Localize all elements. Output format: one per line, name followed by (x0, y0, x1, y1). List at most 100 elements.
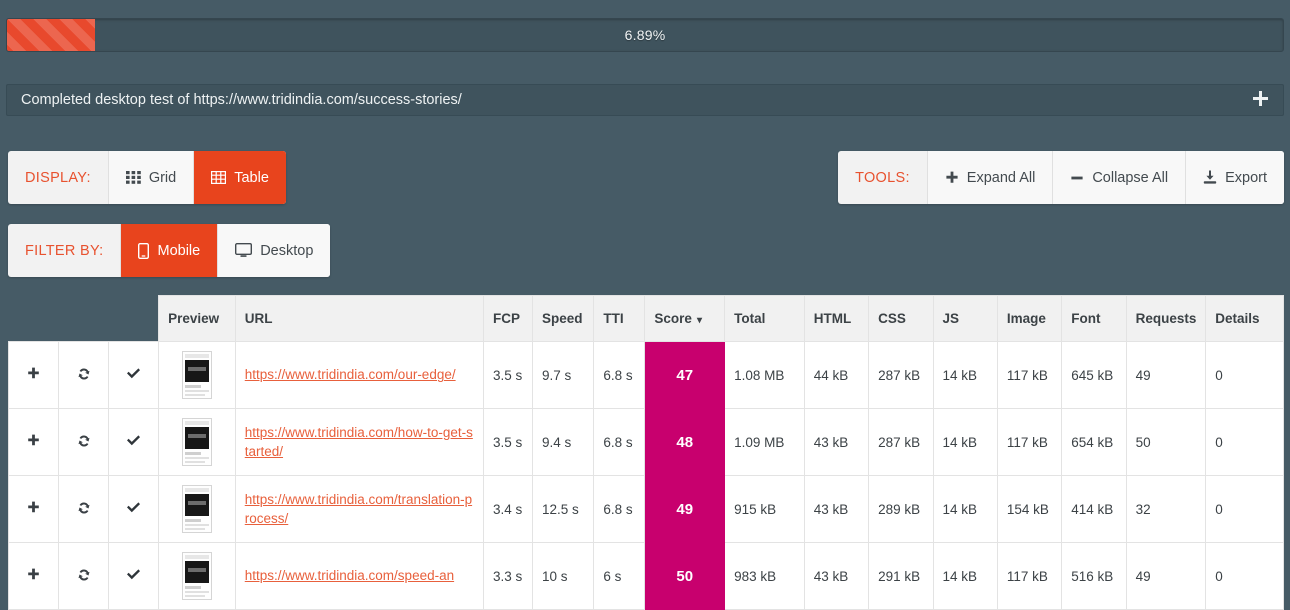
tools-group-label: TOOLS: (838, 151, 928, 204)
row-expand-button[interactable] (7, 475, 60, 543)
column-header-total[interactable]: Total (724, 295, 805, 342)
url-link[interactable]: https://www.tridindia.com/translation-pr… (245, 492, 472, 526)
progress-percent-label: 6.89% (624, 27, 666, 43)
column-header-requests[interactable]: Requests (1125, 295, 1207, 342)
tti-cell: 6.8 s (593, 341, 646, 409)
plus-icon (27, 434, 40, 447)
url-cell: https://www.tridindia.com/how-to-get-sta… (234, 408, 485, 476)
image-cell: 154 kB (996, 475, 1063, 543)
column-header-details[interactable]: Details (1205, 295, 1284, 342)
export-button[interactable]: Export (1186, 151, 1284, 204)
font-cell: 645 kB (1061, 341, 1127, 409)
minus-icon (1070, 171, 1084, 185)
html-cell: 43 kB (803, 475, 870, 543)
fcp-cell: 3.5 s (482, 408, 534, 476)
js-cell: 14 kB (932, 542, 998, 610)
table-body: https://www.tridindia.com/our-edge/3.5 s… (7, 341, 1284, 610)
column-header-url[interactable]: URL (234, 295, 485, 342)
column-header-score-label: Score (654, 311, 692, 326)
display-grid-label: Grid (148, 169, 177, 186)
results-table: Preview URL FCP Speed TTI Score ▾ Total H… (7, 295, 1284, 610)
row-select-button[interactable] (108, 475, 160, 543)
column-header-tti[interactable]: TTI (593, 295, 646, 342)
total-cell: 915 kB (724, 475, 805, 543)
row-expand-button[interactable] (7, 341, 60, 409)
grid-icon (125, 171, 141, 184)
total-cell: 1.09 MB (724, 408, 805, 476)
collapse-all-button[interactable]: Collapse All (1053, 151, 1187, 204)
column-header-html[interactable]: HTML (803, 295, 870, 342)
desktop-icon (235, 243, 253, 258)
refresh-icon (77, 367, 91, 381)
image-cell: 117 kB (996, 341, 1063, 409)
url-link[interactable]: https://www.tridindia.com/how-to-get-sta… (245, 425, 473, 459)
html-cell: 43 kB (803, 408, 870, 476)
row-retest-button[interactable] (58, 408, 110, 476)
url-link[interactable]: https://www.tridindia.com/speed-an (245, 568, 454, 583)
column-header-speed[interactable]: Speed (532, 295, 595, 342)
requests-cell: 49 (1125, 542, 1207, 610)
filter-button-group: FILTER BY: Mobile Desktop (8, 224, 331, 277)
results-table-container: Preview URL FCP Speed TTI Score ▾ Total H… (7, 295, 1284, 610)
speed-cell: 12.5 s (532, 475, 595, 543)
filter-desktop-button[interactable]: Desktop (218, 224, 331, 277)
filter-mobile-button[interactable]: Mobile (121, 224, 219, 277)
column-header-preview[interactable]: Preview (158, 295, 236, 342)
fcp-cell: 3.3 s (482, 542, 534, 610)
preview-thumbnail[interactable] (181, 351, 212, 399)
status-message: Completed desktop test of https://www.tr… (21, 92, 462, 108)
speed-cell: 10 s (532, 542, 595, 610)
details-cell: 0 (1205, 475, 1284, 543)
filter-desktop-label: Desktop (260, 242, 314, 259)
row-expand-button[interactable] (7, 408, 60, 476)
row-select-button[interactable] (108, 542, 160, 610)
preview-thumbnail[interactable] (181, 485, 212, 533)
preview-thumbnail[interactable] (181, 552, 212, 600)
column-header-font[interactable]: Font (1061, 295, 1127, 342)
row-expand-button[interactable] (7, 542, 60, 610)
score-cell: 50 (644, 542, 726, 610)
row-select-button[interactable] (108, 341, 160, 409)
preview-cell (158, 408, 236, 476)
header-blank-2 (58, 295, 109, 342)
speed-cell: 9.4 s (532, 408, 595, 476)
display-table-label: Table (234, 169, 269, 186)
tools-button-group: TOOLS: Expand All Collapse All Export (838, 151, 1284, 204)
table-row: https://www.tridindia.com/translation-pr… (7, 475, 1284, 543)
requests-cell: 32 (1125, 475, 1207, 543)
chevron-down-icon: ▾ (696, 315, 702, 326)
status-banner[interactable]: Completed desktop test of https://www.tr… (6, 84, 1284, 116)
tti-cell: 6 s (593, 542, 646, 610)
display-grid-button[interactable]: Grid (108, 151, 195, 204)
row-retest-button[interactable] (58, 341, 110, 409)
score-cell: 48 (644, 408, 726, 476)
column-header-image[interactable]: Image (996, 295, 1063, 342)
table-row: https://www.tridindia.com/speed-an 3.3 s1… (7, 542, 1284, 610)
row-retest-button[interactable] (58, 542, 110, 610)
plus-icon (27, 568, 40, 581)
column-header-fcp[interactable]: FCP (482, 295, 534, 342)
column-header-css[interactable]: CSS (868, 295, 934, 342)
plus-icon[interactable] (1252, 90, 1269, 111)
preview-cell (158, 341, 236, 409)
check-icon (126, 434, 141, 447)
html-cell: 44 kB (803, 341, 870, 409)
details-cell: 0 (1205, 408, 1284, 476)
font-cell: 414 kB (1061, 475, 1127, 543)
row-retest-button[interactable] (58, 475, 110, 543)
expand-all-label: Expand All (966, 169, 1036, 186)
js-cell: 14 kB (932, 475, 998, 543)
row-select-button[interactable] (108, 408, 160, 476)
column-header-score[interactable]: Score ▾ (644, 295, 726, 342)
test-progress-bar: 6.89% (6, 18, 1284, 52)
column-header-js[interactable]: JS (932, 295, 998, 342)
url-link[interactable]: https://www.tridindia.com/our-edge/ (245, 367, 456, 382)
fcp-cell: 3.4 s (482, 475, 534, 543)
check-icon (126, 367, 141, 380)
score-cell: 47 (644, 341, 726, 409)
display-table-button[interactable]: Table (194, 151, 286, 204)
expand-all-button[interactable]: Expand All (927, 151, 1054, 204)
font-cell: 516 kB (1061, 542, 1127, 610)
font-cell: 654 kB (1061, 408, 1127, 476)
preview-thumbnail[interactable] (181, 418, 212, 466)
